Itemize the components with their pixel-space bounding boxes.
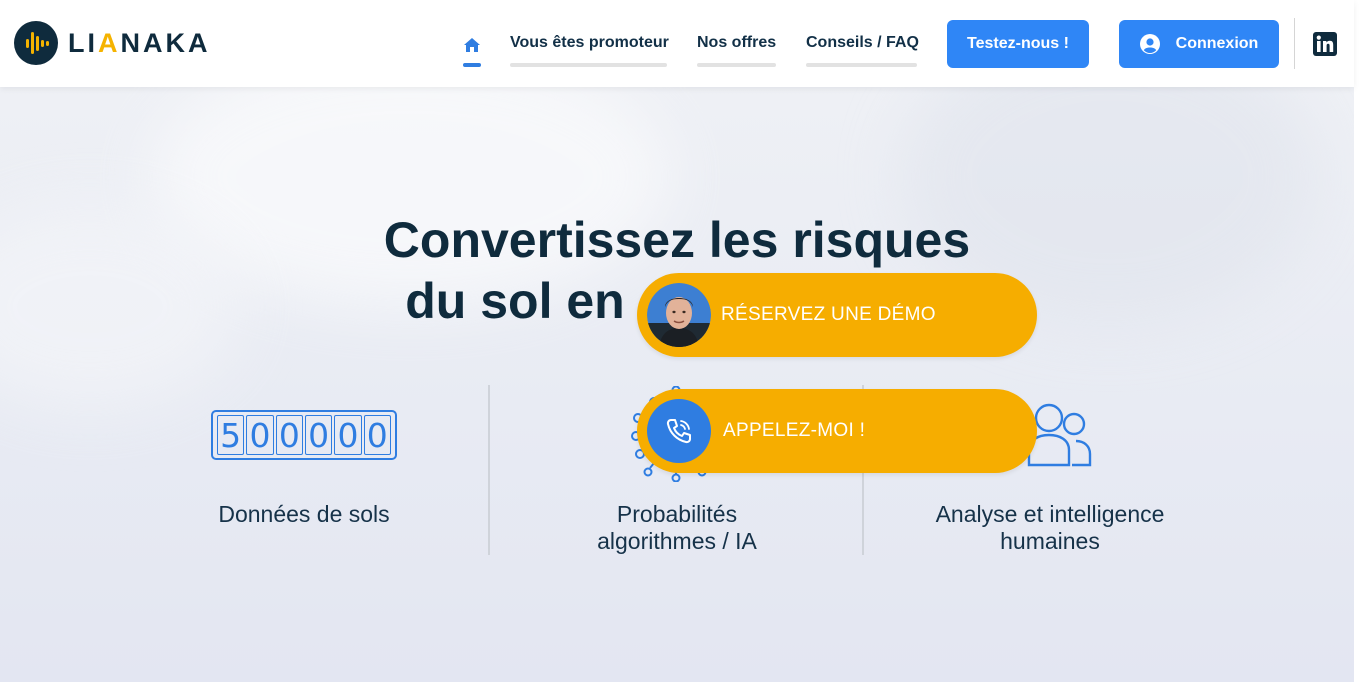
- hero-section: [0, 87, 1354, 682]
- hero-headline-line1: Convertissez les risques: [383, 212, 971, 268]
- feature-probabilities-label: Probabilités algorithmes / IA: [527, 501, 827, 555]
- logo-mark-icon: [14, 21, 58, 65]
- test-us-label: Testez-nous !: [967, 35, 1069, 52]
- book-demo-button[interactable]: RÉSERVEZ UNE DÉMO: [637, 273, 1037, 357]
- site-header: LIANAKA Vous êtes promoteur Nos offres C…: [0, 0, 1354, 87]
- linkedin-icon[interactable]: [1313, 32, 1337, 56]
- nav-promoteur-label: Vous êtes promoteur: [510, 34, 669, 51]
- nav-home-active-indicator: [463, 63, 481, 67]
- counter-digit: 5: [217, 415, 245, 455]
- feature-human-analysis-line1: Analyse et intelligence: [935, 501, 1165, 527]
- feature-separator: [488, 385, 490, 555]
- nav-promoteur[interactable]: Vous êtes promoteur: [510, 34, 669, 68]
- data-counter-icon: 5 0 0 0 0 0: [211, 410, 397, 460]
- phone-icon: [647, 399, 711, 463]
- login-button[interactable]: Connexion: [1119, 20, 1279, 68]
- call-me-label: APPELEZ-MOI !: [723, 420, 866, 441]
- user-circle-icon: [1139, 34, 1160, 54]
- test-us-button[interactable]: Testez-nous !: [947, 20, 1089, 68]
- lianaka-logo[interactable]: LIANAKA: [14, 21, 211, 65]
- counter-digit: 0: [304, 415, 333, 455]
- book-demo-label: RÉSERVEZ UNE DÉMO: [721, 304, 936, 325]
- counter-digit: 0: [246, 415, 274, 455]
- nav-underline: [510, 63, 667, 67]
- feature-probabilities-line1: Probabilités: [616, 501, 738, 527]
- feature-probabilities-line2: algorithmes / IA: [597, 528, 757, 554]
- nav-offres-label: Nos offres: [697, 34, 777, 51]
- nav-conseils-faq[interactable]: Conseils / FAQ: [806, 34, 919, 68]
- call-me-button[interactable]: APPELEZ-MOI !: [637, 389, 1037, 473]
- header-divider: [1294, 18, 1295, 69]
- feature-human-analysis-label: Analyse et intelligence humaines: [880, 501, 1220, 555]
- feature-human-analysis-line2: humaines: [1000, 528, 1100, 554]
- nav-conseils-label: Conseils / FAQ: [806, 34, 919, 51]
- counter-digit: 0: [363, 415, 391, 455]
- feature-soil-data-label: Données de sols: [218, 501, 390, 527]
- nav-home[interactable]: [463, 34, 481, 68]
- counter-digit: 0: [275, 415, 303, 455]
- avatar: [647, 283, 711, 347]
- logo-text: LIANAKA: [68, 27, 211, 58]
- nav-offres[interactable]: Nos offres: [697, 34, 776, 68]
- login-label: Connexion: [1175, 35, 1259, 52]
- counter-digit: 0: [334, 415, 362, 455]
- nav-underline: [806, 63, 917, 67]
- nav-underline: [697, 63, 776, 67]
- home-icon: [464, 38, 480, 52]
